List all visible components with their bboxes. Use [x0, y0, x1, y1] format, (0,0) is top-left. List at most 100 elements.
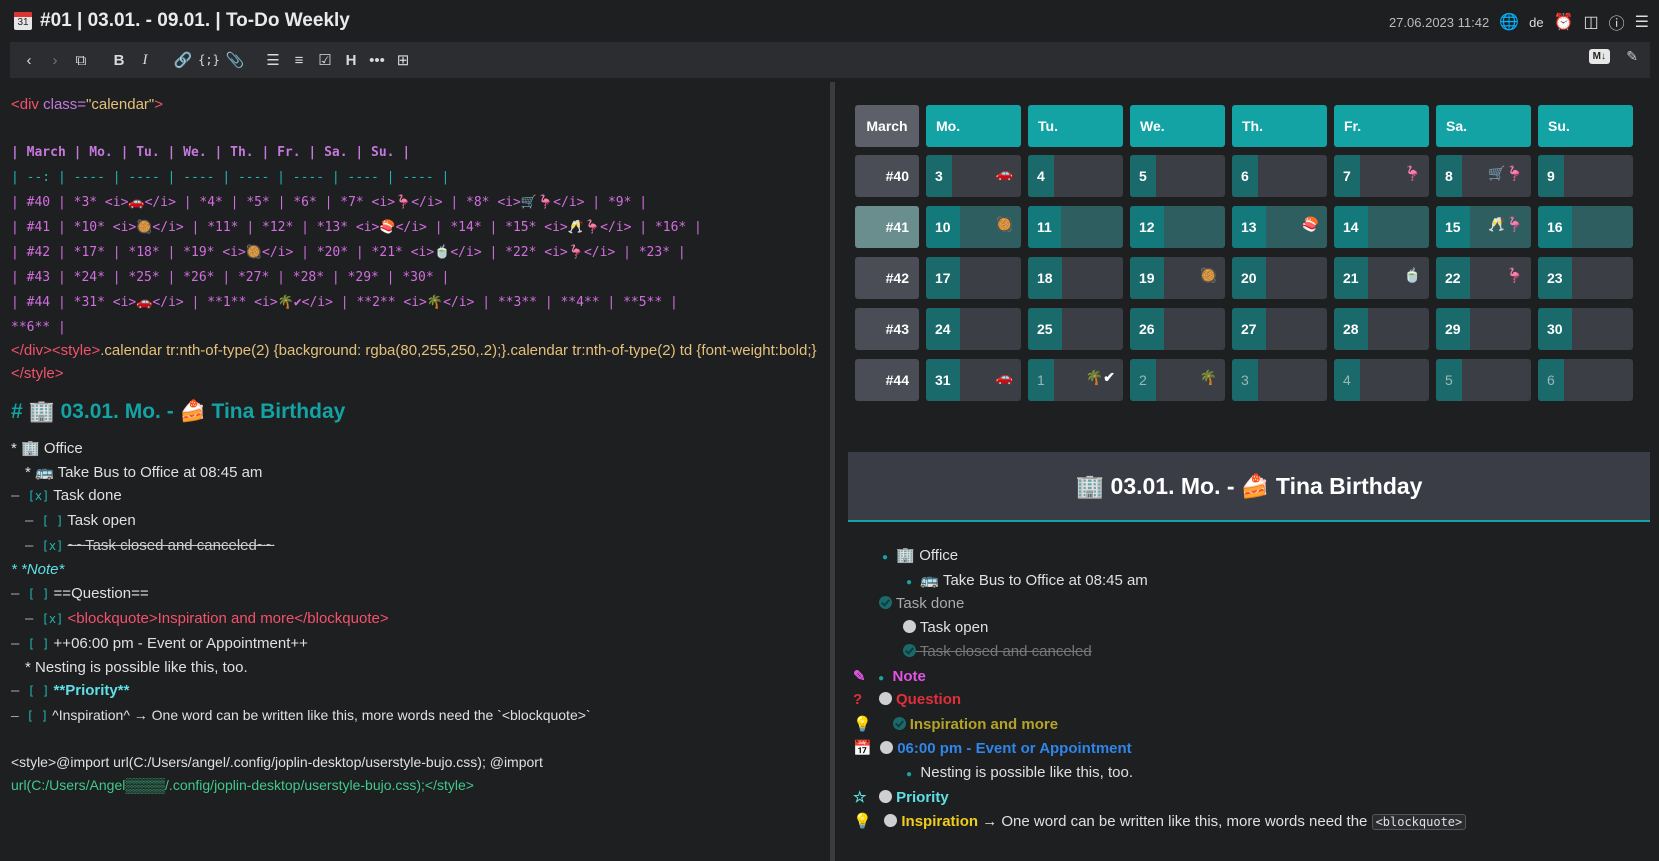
calendar-day-cell: 27: [1232, 308, 1327, 350]
checked-icon[interactable]: [903, 644, 916, 657]
edit-toggle-icon[interactable]: ✎: [1626, 48, 1638, 65]
calendar-day-header: Th.: [1232, 105, 1327, 147]
calendar-day-cell: 22 🦩: [1436, 257, 1531, 299]
editor-style-close: </style>: [11, 365, 64, 382]
calendar-event-emoji: 🌴: [1199, 369, 1217, 385]
unchecked-icon[interactable]: [903, 620, 916, 633]
calendar-day-number: 20: [1232, 257, 1266, 299]
calendar-day-number: 14: [1334, 206, 1368, 248]
calendar-day-number: 5: [1130, 155, 1156, 197]
calendar-day-cell: 10 🥘: [926, 206, 1021, 248]
calendar-day-header: Mo.: [926, 105, 1021, 147]
calendar-day-cell: 5: [1130, 155, 1225, 197]
question-item: ? Question: [853, 691, 962, 708]
editor-task-line: – [ ] Task open: [25, 512, 136, 529]
calendar-event-emoji: 🍵: [1403, 267, 1421, 283]
bullet-list-icon[interactable]: ☰: [260, 51, 286, 69]
calendar-week-label: #42: [855, 257, 919, 299]
editor-import-line: url(C:/Users/Angel▒▒▒▒/.config/joplin-de…: [11, 777, 474, 793]
calendar-day-number: 23: [1538, 257, 1572, 299]
calendar-week-label: #41: [855, 206, 919, 248]
split-layout-icon[interactable]: ◫: [1584, 12, 1599, 32]
unchecked-icon[interactable]: [878, 790, 892, 803]
calendar-event-emoji: 🦩: [1505, 267, 1523, 283]
calendar-day-number: 18: [1028, 257, 1062, 299]
unchecked-icon[interactable]: [884, 814, 898, 827]
code-icon[interactable]: {;}: [196, 53, 222, 67]
heading-icon[interactable]: H: [338, 52, 364, 69]
calendar-day-number: 7: [1334, 155, 1360, 197]
calendar-day-number: 28: [1334, 308, 1368, 350]
calendar-day-cell: 13 🍣: [1232, 206, 1327, 248]
checked-icon[interactable]: [892, 717, 906, 730]
external-edit-icon[interactable]: ⧉: [68, 52, 94, 69]
note-datetime: 27.06.2023 11:42: [1388, 14, 1490, 30]
forward-icon[interactable]: ›: [42, 52, 68, 69]
calendar-day-number: 19: [1130, 257, 1164, 299]
calendar-day-number: 22: [1436, 257, 1470, 299]
calendar-day-cell: 14: [1334, 206, 1429, 248]
numbered-list-icon[interactable]: ≡: [286, 52, 312, 69]
checkbox-list-icon[interactable]: ☑: [312, 51, 338, 69]
horizontal-rule-icon[interactable]: •••: [364, 52, 390, 69]
lightbulb-icon: 💡: [853, 813, 872, 830]
calendar-day-number: 31: [926, 359, 960, 401]
calendar-day-number: 30: [1538, 308, 1572, 350]
calendar-day-number: 21: [1334, 257, 1368, 299]
insert-datetime-icon[interactable]: ⊞: [390, 51, 416, 69]
calendar-day-number: 9: [1538, 155, 1564, 197]
calendar-icon: 31: [14, 12, 32, 30]
list-item: ● 🚌 Take Bus to Office at 08:45 am: [906, 572, 1148, 589]
bold-icon[interactable]: B: [106, 52, 132, 69]
back-icon[interactable]: ‹: [16, 52, 42, 69]
calendar-day-number: 17: [926, 257, 960, 299]
info-icon[interactable]: ⓘ: [1609, 10, 1625, 34]
language-label[interactable]: de: [1529, 15, 1543, 30]
calendar-day-number: 27: [1232, 308, 1266, 350]
calendar-week-label: #40: [855, 155, 919, 197]
calendar-day-number: 2: [1130, 359, 1156, 401]
calendar-day-cell: 2 🌴: [1130, 359, 1225, 401]
calendar-day-number: 15: [1436, 206, 1470, 248]
markdown-editor[interactable]: <div class="calendar"> | March | Mo. | T…: [0, 82, 830, 861]
editor-task-line: – [ ] ^Inspiration^ → One word can be wr…: [11, 707, 591, 723]
attach-icon[interactable]: 📎: [222, 51, 248, 69]
calendar-day-number: 5: [1436, 359, 1462, 401]
editor-style-line: </div><style>.calendar tr:nth-of-type(2)…: [11, 342, 817, 359]
alarm-icon[interactable]: ⏰: [1554, 12, 1574, 32]
editor-table-row: | #43 | *24* | *25* | *26* | *27* | *28*…: [11, 270, 450, 285]
calendar-day-cell: 25: [1028, 308, 1123, 350]
calendar-day-header: We.: [1130, 105, 1225, 147]
globe-icon[interactable]: 🌐: [1499, 12, 1519, 32]
editor-table-row: | --: | ---- | ---- | ---- | ---- | ----…: [11, 170, 450, 185]
list-item: ● Nesting is possible like this, too.: [906, 764, 1133, 781]
checked-icon[interactable]: [879, 596, 892, 609]
note-title[interactable]: #01 | 03.01. - 09.01. | To-Do Weekly: [40, 10, 350, 32]
list-icon[interactable]: ☰: [1635, 12, 1649, 32]
lightbulb-icon: 💡: [853, 716, 872, 733]
calendar-day-cell: 17: [926, 257, 1021, 299]
calendar-day-number: 29: [1436, 308, 1470, 350]
calendar-day-number: 4: [1334, 359, 1360, 401]
calendar-event-emoji: 🚗: [995, 369, 1013, 385]
calendar-day-cell: 18: [1028, 257, 1123, 299]
calendar-day-number: 16: [1538, 206, 1572, 248]
calendar-day-number: 25: [1028, 308, 1062, 350]
calendar-event-icon: 📅: [853, 740, 872, 757]
calendar-day-number: 13: [1232, 206, 1266, 248]
link-icon[interactable]: 🔗: [170, 51, 196, 69]
unchecked-icon[interactable]: [880, 741, 894, 754]
markdown-toggle-icon[interactable]: M↓: [1588, 49, 1610, 64]
calendar-day-cell: 31 🚗: [926, 359, 1021, 401]
calendar-day-cell: 21 🍵: [1334, 257, 1429, 299]
editor-line-div: <div class="calendar">: [11, 96, 164, 113]
editor-table-row: | March | Mo. | Tu. | We. | Th. | Fr. | …: [11, 145, 411, 160]
editor-task-line: – [x] ~~Task closed and canceled~~: [25, 537, 275, 554]
editor-import-line: <style>@import url(C:/Users/angel/.confi…: [11, 754, 543, 770]
edit-note-icon: ✎: [853, 668, 866, 685]
calendar-event-emoji: 🥘: [1199, 267, 1217, 283]
unchecked-icon[interactable]: [878, 692, 892, 705]
pane-splitter[interactable]: [830, 82, 835, 861]
calendar-day-cell: 26: [1130, 308, 1225, 350]
italic-icon[interactable]: I: [132, 52, 158, 69]
